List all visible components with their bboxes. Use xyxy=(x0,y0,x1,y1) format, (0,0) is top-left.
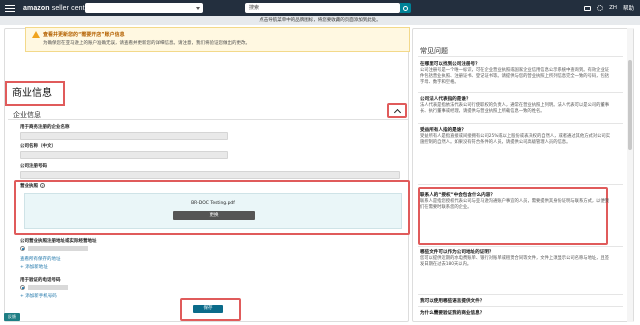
business-license-upload[interactable]: BR-DOC Testing.pdf 更换 xyxy=(24,193,402,229)
alert-banner: 查看并更新您的“需要开店”账户信息 为确保您在亚马逊上的账户准确无误，请查看并更… xyxy=(25,27,410,52)
redacted-phone xyxy=(28,285,68,290)
warning-icon xyxy=(32,31,40,38)
search-icon xyxy=(403,5,408,11)
faq-question[interactable]: 我可以使用哪些语言提供文件？ xyxy=(420,298,484,304)
faq-answer: 您可以提供近期的水电费账单、银行对账单或租赁合同等文件，文件上须显示公司名称与地… xyxy=(420,256,610,267)
scrollbar-thumb[interactable] xyxy=(628,60,632,150)
save-button[interactable]: 保存 xyxy=(193,305,223,313)
search-button[interactable] xyxy=(400,3,411,13)
address-radio[interactable] xyxy=(20,246,25,251)
divider xyxy=(418,92,623,93)
faq-question[interactable]: 在哪里可以找到公司注册号？ xyxy=(420,61,480,67)
faq-question[interactable]: 联系人的“授权”中会包含什么内容？ xyxy=(420,192,495,198)
registration-number-field[interactable] xyxy=(20,171,400,179)
language-selector[interactable]: ZH xyxy=(609,5,617,11)
faq-answer: 法人代表是指依法代表公司行使职权的负责人，通常在营业执照上列明。法人代表可以是公… xyxy=(420,103,610,114)
chinese-name-field[interactable] xyxy=(20,151,228,159)
faq-question[interactable]: 为什么需要验证我的商业信息？ xyxy=(420,310,484,316)
gear-icon[interactable] xyxy=(597,5,604,11)
amazon-seller-central-logo[interactable]: amazon seller central xyxy=(23,5,93,12)
divider xyxy=(418,246,623,247)
faq-answer: 联系人是指您授权代表公司与亚马逊沟通账户事宜的人员，需要提供其身份证明与联系方式… xyxy=(420,199,610,210)
chinese-name-label: 公司名称（中文） xyxy=(20,144,56,149)
collapse-button[interactable] xyxy=(387,103,407,118)
replace-file-button[interactable]: 更换 xyxy=(173,211,255,220)
alert-title: 查看并更新您的“需要开店”账户信息 xyxy=(43,32,125,38)
menu-icon[interactable] xyxy=(5,4,15,12)
company-name-label: 用于商务注册的企业名称 xyxy=(20,125,70,130)
faq-question[interactable]: 哪些文件可以作为公司地址的证明？ xyxy=(420,249,494,255)
divider xyxy=(418,56,623,57)
uploaded-file-name: BR-DOC Testing.pdf xyxy=(191,201,235,206)
store-selector[interactable] xyxy=(85,3,203,13)
mail-icon[interactable] xyxy=(584,5,592,11)
business-license-label: 营业执照? xyxy=(20,183,45,189)
feedback-button[interactable]: 反馈 xyxy=(4,313,20,321)
registration-number-label: 公司注册号码 xyxy=(20,164,47,169)
divider xyxy=(418,123,623,124)
chevron-up-icon xyxy=(393,108,401,116)
chevron-down-icon xyxy=(196,6,200,10)
faq-question[interactable]: 受益所有人指的是谁？ xyxy=(420,127,466,133)
page-title: 商业信息 xyxy=(5,81,65,106)
divider xyxy=(418,294,623,295)
faq-answer: 公司注册号是一个唯一标识，可在企业营业执照或国家企业信用信息公示系统中查询到。有… xyxy=(420,68,610,85)
bookmark-notice: 点击导航菜单中的品牌图标，将您要收藏的页面添加到此处。 xyxy=(0,16,640,25)
phone-radio[interactable] xyxy=(20,285,25,290)
search-input[interactable]: 搜索 xyxy=(245,3,400,13)
add-address-link[interactable]: + 添加新地址 xyxy=(20,264,48,270)
redacted-address xyxy=(28,246,88,251)
divider xyxy=(8,119,408,120)
faq-answer: 受益所有人是指直接或间接拥有公司25%或以上股份或表决权的自然人，或者通过其他方… xyxy=(420,134,611,145)
divider xyxy=(418,184,623,185)
faq-title: 常见问题 xyxy=(420,47,448,55)
top-navigation-bar: amazon seller central 搜索 ZH 帮助 xyxy=(0,0,640,16)
info-icon[interactable]: ? xyxy=(40,183,45,188)
view-all-addresses-link[interactable]: 查看所有保存的地址 xyxy=(20,256,61,262)
faq-question[interactable]: 公司法人代表指的是谁？ xyxy=(420,96,471,102)
add-phone-link[interactable]: + 添加新手机号码 xyxy=(20,293,57,299)
company-name-field[interactable] xyxy=(20,132,228,140)
address-label: 公司营业执照注册地址或实际经营地址 xyxy=(20,239,97,244)
divider xyxy=(418,306,623,307)
help-link[interactable]: 帮助 xyxy=(623,4,634,12)
phone-label: 用于验证的电话号码 xyxy=(20,278,61,283)
alert-body: 为确保您在亚马逊上的账户准确无误，请查看并更新您的详细信息。请注意，我们将验证您… xyxy=(43,41,250,46)
